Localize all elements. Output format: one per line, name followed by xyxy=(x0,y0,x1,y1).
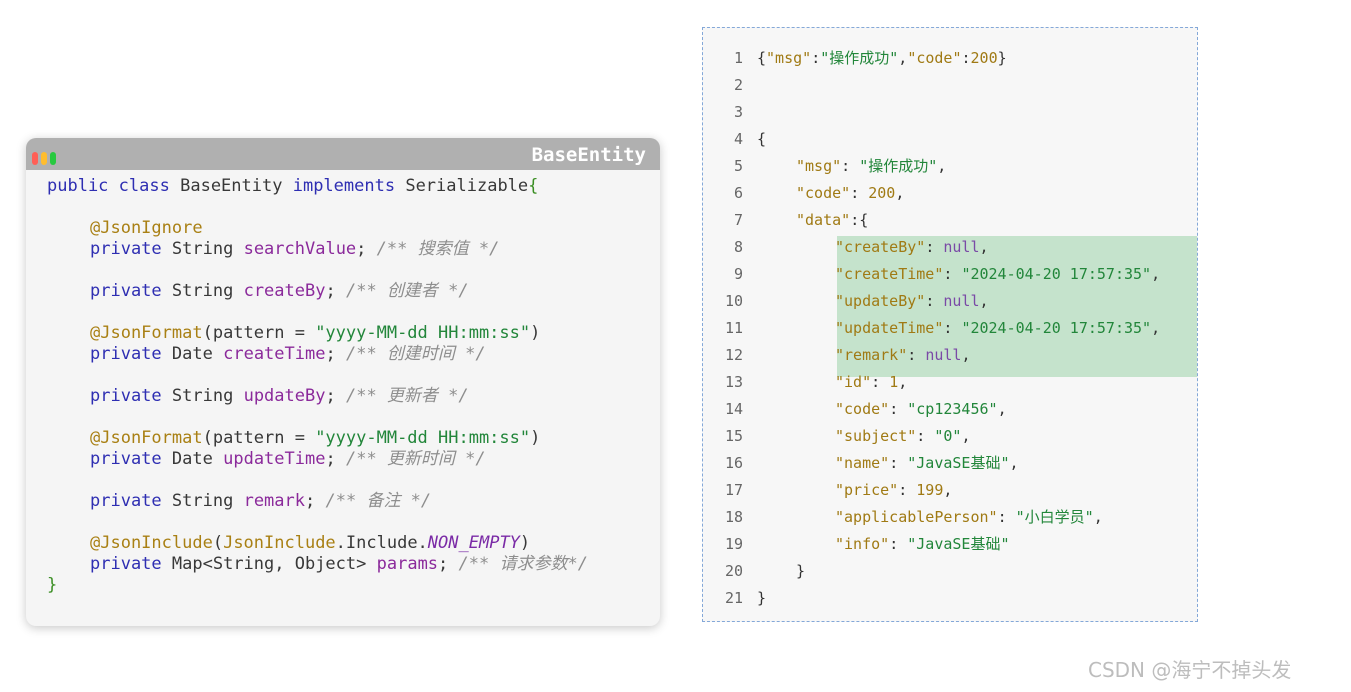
code-line-class-close: } xyxy=(47,575,58,595)
json-line: 21} xyxy=(724,589,767,607)
json-line: 17 "price": 199, xyxy=(724,481,953,499)
json-line: 18 "applicablePerson": "小白学员", xyxy=(724,508,1103,526)
json-line: 4{ xyxy=(733,130,767,148)
code-line-class-decl: public class BaseEntity implements Seria… xyxy=(47,176,539,196)
json-line: 20} xyxy=(724,562,806,580)
json-line: 6 "code": 200, xyxy=(733,184,905,202)
code-line-field: private Map<String, Object> params; /** … xyxy=(90,554,588,574)
json-line: 19 "info": "JavaSE基础" xyxy=(724,535,1010,553)
code-line-annotation: @JsonIgnore xyxy=(90,218,203,238)
json-panel: 1 {"msg":"操作成功","code":200} 2 3 4{ 5 "msg"… xyxy=(702,27,1198,622)
json-line: 13 "id": 1, xyxy=(724,373,908,391)
code-line-annotation: @JsonFormat(pattern = "yyyy-MM-dd HH:mm:… xyxy=(90,323,541,343)
json-line: 11 "updateTime": "2024-04-20 17:57:35", xyxy=(724,319,1161,337)
code-line-field: private Date createTime; /** 创建时间 */ xyxy=(90,344,486,364)
code-line-field: private String updateBy; /** 更新者 */ xyxy=(90,386,469,406)
code-line-annotation: @JsonFormat(pattern = "yyyy-MM-dd HH:mm:… xyxy=(90,428,541,448)
code-line-annotation: @JsonInclude(JsonInclude.Include.NON_EMP… xyxy=(90,533,531,553)
card-title: BaseEntity xyxy=(531,144,646,166)
json-line: 8 "createBy": null, xyxy=(733,238,989,256)
code-card: BaseEntity public class BaseEntity imple… xyxy=(26,138,660,626)
json-line: 14 "code": "cp123456", xyxy=(724,400,1007,418)
json-line: 2 xyxy=(733,76,743,94)
minimize-dot-icon xyxy=(41,152,47,165)
code-line-field: private String remark; /** 备注 */ xyxy=(90,491,432,511)
json-line: 9 "createTime": "2024-04-20 17:57:35", xyxy=(733,265,1161,283)
code-line-field: private String searchValue; /** 搜索值 */ xyxy=(90,239,500,259)
json-line: 10 "updateBy": null, xyxy=(724,292,989,310)
card-title-bar: BaseEntity xyxy=(26,138,660,170)
json-line: 3 xyxy=(733,103,743,121)
close-dot-icon xyxy=(32,152,38,165)
json-line: 16 "name": "JavaSE基础", xyxy=(724,454,1019,472)
json-line: 7 "data":{ xyxy=(733,211,869,229)
json-line: 1 {"msg":"操作成功","code":200} xyxy=(733,49,1007,67)
json-line: 5 "msg": "操作成功", xyxy=(733,157,947,175)
code-line-field: private String createBy; /** 创建者 */ xyxy=(90,281,469,301)
json-line: 15 "subject": "0", xyxy=(724,427,971,445)
maximize-dot-icon xyxy=(50,152,56,165)
json-line: 12 "remark": null, xyxy=(724,346,971,364)
code-line-field: private Date updateTime; /** 更新时间 */ xyxy=(90,449,486,469)
watermark: CSDN @海宁不掉头发 xyxy=(1088,658,1292,682)
